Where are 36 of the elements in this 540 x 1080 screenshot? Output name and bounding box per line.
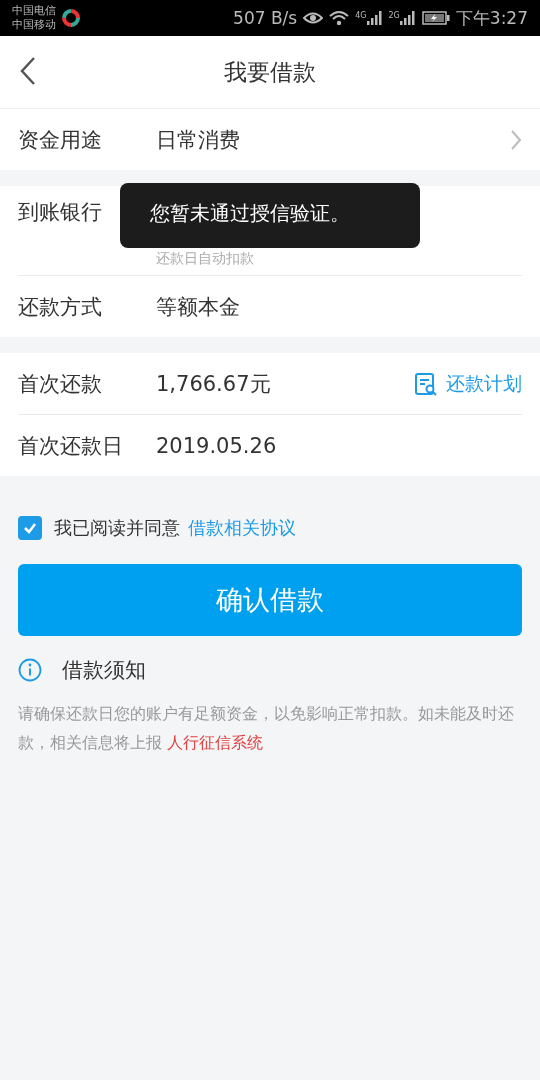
info-icon — [18, 658, 42, 682]
notice-title: 借款须知 — [62, 657, 146, 684]
agreement-text: 我已阅读并同意 — [54, 516, 180, 540]
agreement-link[interactable]: 借款相关协议 — [188, 516, 296, 540]
field-label: 资金用途 — [18, 126, 103, 154]
carrier-name: 中国电信 — [12, 4, 56, 18]
field-label: 还款方式 — [18, 293, 103, 321]
network-type: 2G — [388, 11, 400, 20]
page-title: 我要借款 — [224, 57, 316, 87]
credit-system-link[interactable]: 人行征信系统 — [166, 734, 263, 752]
checkmark-icon — [23, 522, 37, 534]
confirm-loan-button[interactable]: 确认借款 — [18, 564, 522, 636]
signal-icon — [366, 11, 383, 25]
field-value: 日常消费 — [156, 126, 241, 154]
clock: 下午3:27 — [455, 6, 528, 30]
carrier-name: 中国移动 — [12, 18, 56, 32]
field-label: 到账银行 — [18, 199, 103, 226]
eye-icon — [303, 11, 324, 25]
back-button[interactable] — [20, 56, 36, 86]
field-note: 还款日自动扣款 — [156, 250, 254, 268]
field-label: 首次还款 — [18, 370, 103, 398]
verification-toast: 您暂未通过授信验证。 — [120, 183, 420, 248]
field-value: 1,766.67元 — [156, 370, 272, 398]
field-value: 2019.05.26 — [156, 433, 278, 458]
signal-icon — [399, 11, 416, 25]
repayment-plan-link[interactable]: 还款计划 — [414, 370, 522, 397]
notice-text: 请确保还款日您的账户有足额资金，以免影响正常扣款。如未能及时还款，相关信息将上报 人行征信系统 — [18, 704, 515, 754]
document-search-icon — [414, 371, 438, 396]
field-value: 等额本金 — [156, 293, 241, 321]
battery-icon — [421, 11, 450, 25]
field-label: 首次还款日 — [18, 432, 124, 460]
app-logo-icon — [62, 9, 80, 27]
network-speed: 507 B/s — [233, 8, 298, 28]
wifi-icon — [329, 10, 350, 26]
checkbox[interactable] — [18, 516, 42, 540]
network-type: 4G — [355, 11, 367, 20]
